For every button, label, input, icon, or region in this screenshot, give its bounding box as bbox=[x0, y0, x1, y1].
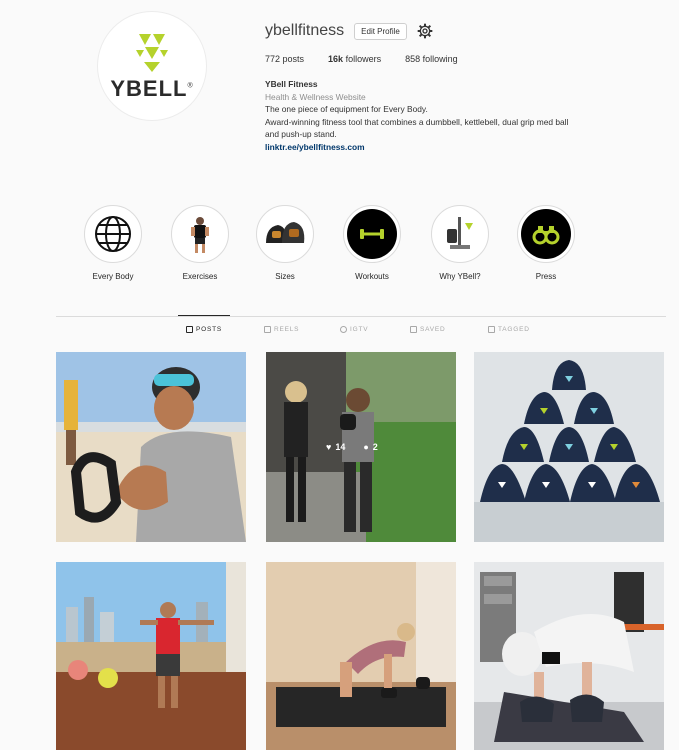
profile-stats: 772 posts 16k followers 858 following bbox=[265, 54, 665, 64]
highlight-press[interactable]: Press bbox=[514, 205, 578, 281]
bio-line: The one piece of equipment for Every Bod… bbox=[265, 104, 428, 115]
post-tile-ybell-pyramid[interactable] bbox=[474, 352, 664, 542]
active-tab-indicator bbox=[178, 315, 230, 316]
post-image bbox=[56, 352, 246, 542]
comment-icon: ● bbox=[363, 442, 369, 452]
post-image bbox=[474, 352, 664, 542]
tab-posts[interactable]: POSTS bbox=[186, 326, 222, 333]
logo-wordmark: YBELL® bbox=[110, 76, 194, 101]
posts-count: 772 posts bbox=[265, 54, 305, 64]
like-count: 14 bbox=[335, 442, 346, 452]
story-highlights: Every Body Exercises Sizes Workouts Why … bbox=[76, 205, 596, 285]
ybell-logo-icon bbox=[136, 34, 168, 72]
post-tile-beach-workout[interactable] bbox=[56, 352, 246, 542]
followers-number: 16k bbox=[328, 54, 344, 64]
profile-tabs: POSTS REELS IGTV SAVED TAGGED bbox=[56, 326, 666, 340]
igtv-icon bbox=[340, 326, 347, 333]
post-tile-home-studio[interactable] bbox=[266, 562, 456, 750]
post-image bbox=[474, 562, 664, 750]
tab-label: SAVED bbox=[420, 326, 446, 333]
settings-gear-icon[interactable] bbox=[417, 23, 433, 39]
comment-count: 2 bbox=[372, 442, 378, 452]
tabs-divider bbox=[56, 316, 666, 317]
highlight-label: Exercises bbox=[182, 272, 218, 281]
globe-icon bbox=[95, 216, 131, 252]
heart-icon: ♥ bbox=[326, 442, 332, 452]
grid-icon bbox=[186, 326, 193, 333]
tab-igtv[interactable]: IGTV bbox=[340, 326, 368, 333]
post-tile-pushup-ybell[interactable] bbox=[474, 562, 664, 750]
bio-line: Award-winning fitness tool that combines… bbox=[265, 116, 569, 127]
instagram-profile-page: YBELL® ybellfitness Edit Profile 772 pos… bbox=[0, 0, 679, 750]
tab-tagged[interactable]: TAGGED bbox=[488, 326, 530, 333]
tab-saved[interactable]: SAVED bbox=[410, 326, 446, 333]
tag-icon bbox=[488, 326, 495, 333]
following-count[interactable]: 858 following bbox=[405, 54, 458, 64]
profile-bio: YBell Fitness Health & Wellness Website … bbox=[265, 78, 665, 154]
highlight-sizes[interactable]: Sizes bbox=[253, 205, 317, 281]
reels-icon bbox=[264, 326, 271, 333]
followers-label: followers bbox=[345, 54, 382, 64]
edit-profile-button[interactable]: Edit Profile bbox=[354, 22, 407, 40]
profile-display-name: YBell Fitness bbox=[265, 79, 318, 89]
highlight-label: Press bbox=[535, 272, 557, 281]
person-photo bbox=[191, 217, 209, 253]
highlight-every-body[interactable]: Every Body bbox=[81, 205, 145, 281]
highlight-label: Workouts bbox=[355, 272, 389, 281]
profile-link[interactable]: linktr.ee/ybellfitness.com bbox=[265, 141, 665, 154]
bookmark-icon bbox=[410, 326, 417, 333]
highlight-label: Why YBell? bbox=[439, 272, 481, 281]
post-stats-overlay: ♥ 14 ● 2 bbox=[326, 442, 378, 452]
highlight-workouts[interactable]: Workouts bbox=[340, 205, 404, 281]
post-image bbox=[56, 562, 246, 750]
followers-count[interactable]: 16k followers bbox=[328, 54, 381, 64]
highlight-label: Sizes bbox=[275, 272, 295, 281]
username: ybellfitness bbox=[265, 22, 345, 39]
binoculars-icon bbox=[532, 226, 560, 245]
highlight-why-ybell[interactable]: Why YBell? bbox=[428, 205, 492, 281]
tab-label: REELS bbox=[274, 326, 300, 333]
bio-line: and push-up stand. bbox=[265, 129, 337, 140]
profile-info: ybellfitness Edit Profile 772 posts 16k … bbox=[265, 18, 665, 154]
post-tile-backyard-training[interactable]: ♥ 14 ● 2 bbox=[266, 352, 456, 542]
profile-avatar[interactable]: YBELL® bbox=[98, 12, 206, 120]
tab-label: POSTS bbox=[196, 326, 223, 333]
ybell-sizes-photo bbox=[266, 222, 305, 243]
tab-label: TAGGED bbox=[498, 326, 530, 333]
dumbbell-icon bbox=[360, 229, 384, 239]
tab-label: IGTV bbox=[350, 326, 369, 333]
tab-reels[interactable]: REELS bbox=[264, 326, 299, 333]
award-photo bbox=[447, 217, 473, 249]
post-image bbox=[266, 562, 456, 750]
post-tile-rooftop-workout[interactable] bbox=[56, 562, 246, 750]
profile-category: Health & Wellness Website bbox=[265, 91, 366, 102]
highlight-exercises[interactable]: Exercises bbox=[168, 205, 232, 281]
highlight-label: Every Body bbox=[92, 272, 134, 281]
